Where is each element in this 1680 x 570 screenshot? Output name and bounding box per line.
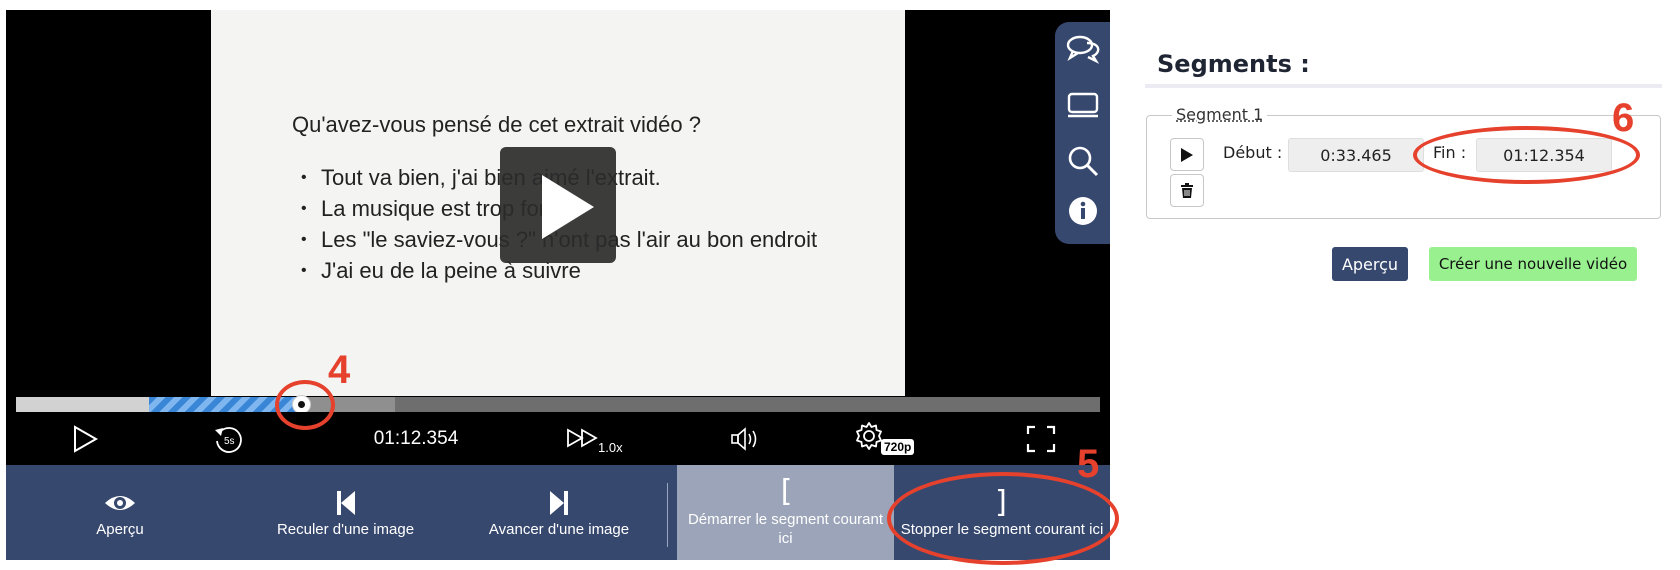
volume-icon [731, 426, 757, 451]
current-time-text: 01:12.354 [373, 427, 459, 449]
progress-played [16, 397, 150, 412]
segments-preview-button[interactable]: Aperçu [1332, 247, 1408, 281]
replay-label: 5s [224, 436, 235, 447]
annotation-circle-end-time [1413, 126, 1640, 184]
play-icon [74, 424, 99, 453]
chat-bubbles-icon[interactable] [1064, 30, 1102, 68]
next-frame-label: Avancer d'une image [488, 520, 630, 538]
segment-start-input[interactable] [1288, 138, 1424, 172]
next-frame-button[interactable]: Avancer d'une image [473, 465, 645, 560]
volume-button[interactable] [724, 412, 770, 465]
big-play-button[interactable] [500, 147, 616, 263]
play-button[interactable] [56, 412, 114, 465]
annotation-circle-progress-handle [275, 380, 335, 430]
start-bracket-icon: [ [776, 474, 795, 509]
slide-question: Qu'avez-vous pensé de cet extrait vidéo … [292, 112, 701, 137]
quality-settings-button[interactable]: 720p [849, 412, 929, 465]
preview-button[interactable]: Aperçu [56, 465, 184, 560]
replay-5s-icon: 5s [215, 426, 242, 453]
play-icon [1181, 147, 1193, 162]
info-icon[interactable] [1064, 192, 1102, 230]
current-time: 01:12.354 [351, 412, 481, 465]
segment-legend: Segment 1 [1172, 105, 1268, 124]
preview-label: Aperçu [96, 520, 144, 538]
speed-button[interactable]: 1.0x [556, 412, 636, 465]
segments-title-rule [1145, 84, 1662, 88]
start-segment-label: Démarrer le segment courant ici [687, 511, 884, 547]
trash-icon [1181, 182, 1193, 198]
annotation-number: 4 [328, 348, 351, 392]
fullscreen-icon [1026, 425, 1056, 452]
speed-label: 1.0x [598, 440, 623, 455]
segment-delete-button[interactable] [1170, 174, 1204, 207]
play-icon [542, 175, 594, 239]
slides-icon[interactable] [1064, 87, 1102, 125]
eye-icon [105, 495, 135, 510]
segment-play-button[interactable] [1170, 138, 1204, 171]
annotation-number: 5 [1077, 442, 1100, 486]
search-icon[interactable] [1064, 142, 1102, 180]
progress-bar[interactable] [16, 395, 1100, 414]
replay-5s-button[interactable]: 5s [204, 412, 254, 465]
create-video-button[interactable]: Créer une nouvelle vidéo [1429, 247, 1637, 281]
step-forward-icon [550, 490, 568, 515]
step-backward-icon [336, 490, 355, 515]
annotation-number: 6 [1612, 96, 1635, 140]
side-toolbar [1055, 22, 1110, 244]
fullscreen-button[interactable] [1016, 412, 1066, 465]
fast-forward-icon [567, 428, 598, 448]
quality-badge: 720p [881, 439, 915, 455]
previous-frame-label: Reculer d'une image [276, 520, 415, 538]
edit-toolbar-divider [667, 483, 668, 547]
control-bar: 5s 01:12.354 1.0x 720p [6, 412, 1110, 465]
start-segment-button[interactable]: [ Démarrer le segment courant ici [677, 465, 894, 560]
segment-start-label: Début : [1223, 143, 1283, 162]
segments-title: Segments : [1157, 50, 1310, 78]
previous-frame-button[interactable]: Reculer d'une image [258, 465, 433, 560]
